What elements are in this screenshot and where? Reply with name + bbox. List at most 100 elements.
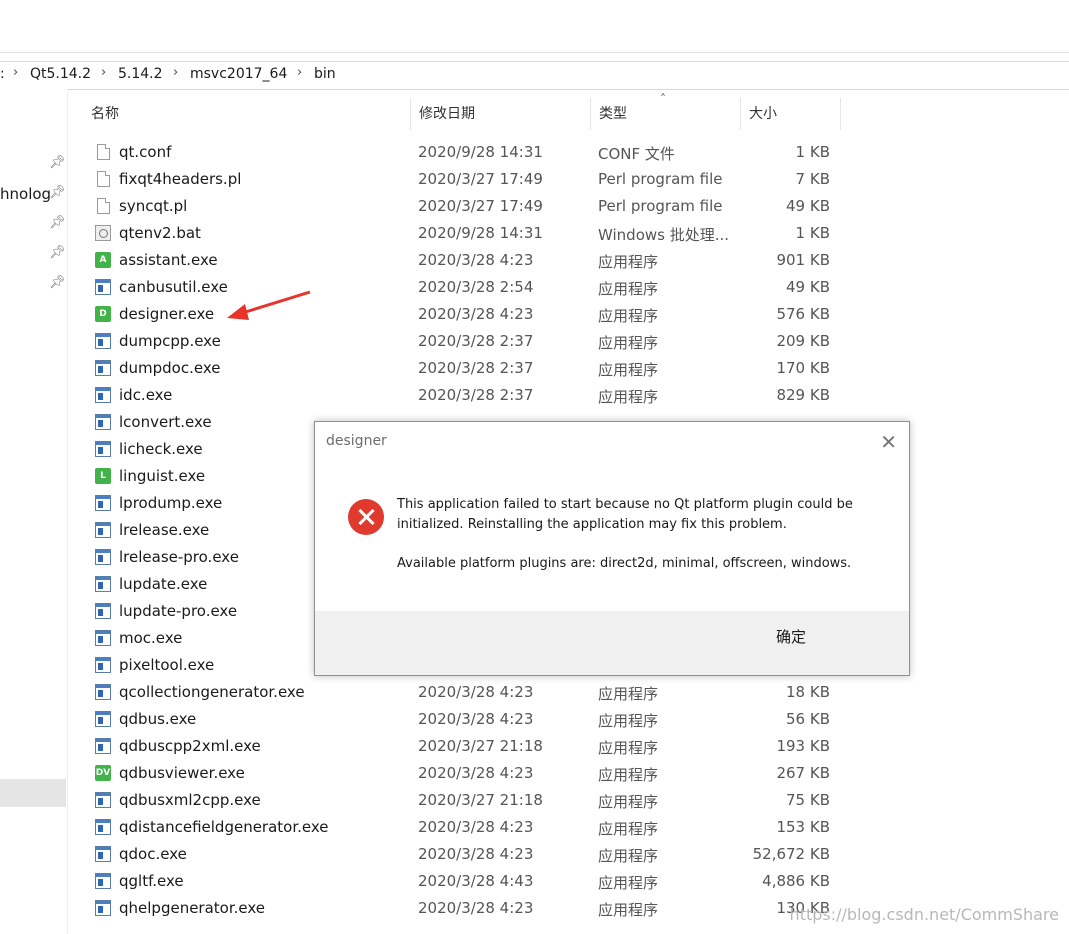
file-name: canbusutil.exe	[119, 278, 228, 296]
file-name: lrelease.exe	[119, 521, 210, 539]
file-date: 2020/3/28 4:23	[418, 305, 534, 323]
file-row[interactable]: qgltf.exe 2020/3/28 4:43 应用程序 4,886 KB	[90, 868, 850, 895]
green-app-icon: DV	[95, 765, 111, 781]
file-name: qdbuscpp2xml.exe	[119, 737, 261, 755]
file-name: lprodump.exe	[119, 494, 223, 512]
file-type: 应用程序	[598, 712, 659, 730]
exe-icon	[95, 738, 111, 754]
dialog-message-line2: initialized. Reinstalling the applicatio…	[397, 517, 787, 532]
breadcrumb-qt5142[interactable]: Qt5.14.2	[30, 66, 91, 82]
file-size: 829 KB	[776, 386, 830, 404]
pin-icon[interactable]: 📌︎	[49, 215, 66, 230]
file-row[interactable]: dumpdoc.exe 2020/3/28 2:37 应用程序 170 KB	[90, 355, 850, 382]
file-row[interactable]: qhelpgenerator.exe 2020/3/28 4:23 应用程序 130 …	[90, 895, 850, 922]
file-name: lupdate-pro.exe	[119, 602, 238, 620]
file-size: 49 KB	[786, 278, 830, 296]
error-dialog: designer ✕ This application failed to st…	[314, 421, 910, 676]
file-date: 2020/3/27 21:18	[418, 791, 543, 809]
exe-icon	[95, 711, 111, 727]
chevron-right-icon: ›	[173, 65, 179, 80]
pin-icon[interactable]: 📌︎	[49, 245, 66, 260]
green-app-icon: L	[95, 468, 111, 484]
exe-icon	[95, 549, 111, 565]
exe-icon	[95, 873, 111, 889]
file-date: 2020/3/28 4:23	[418, 845, 534, 863]
exe-icon	[95, 657, 111, 673]
file-row[interactable]: dumpcpp.exe 2020/3/28 2:37 应用程序 209 KB	[90, 328, 850, 355]
dialog-message: This application failed to start because…	[397, 495, 877, 535]
file-row[interactable]: qcollectiongenerator.exe 2020/3/28 4:23 应用…	[90, 679, 850, 706]
file-row[interactable]: qtenv2.bat 2020/9/28 14:31 Windows 批处理... 1…	[90, 220, 850, 247]
file-size: 7 KB	[795, 170, 830, 188]
file-row[interactable]: idc.exe 2020/3/28 2:37 应用程序 829 KB	[90, 382, 850, 409]
column-header: 名称 修改日期 类型 大小	[78, 98, 848, 130]
exe-icon	[95, 387, 111, 403]
file-row[interactable]: qt.conf 2020/9/28 14:31 CONF 文件 1 KB	[90, 139, 850, 166]
document-icon	[97, 198, 110, 214]
nav-item-label[interactable]: hnolog	[0, 185, 51, 203]
ok-button[interactable]: 确定	[776, 626, 806, 647]
breadcrumb-5142[interactable]: 5.14.2	[118, 66, 163, 82]
file-name: moc.exe	[119, 629, 183, 647]
exe-icon	[95, 603, 111, 619]
file-name: dumpcpp.exe	[119, 332, 221, 350]
chevron-right-icon: ›	[101, 65, 107, 80]
breadcrumb-msvc2017[interactable]: msvc2017_64	[190, 66, 287, 82]
file-row[interactable]: DV qdbusviewer.exe 2020/3/28 4:23 应用程序 267 K…	[90, 760, 850, 787]
file-size: 18 KB	[786, 683, 830, 701]
file-name: designer.exe	[119, 305, 215, 323]
file-type: CONF 文件	[598, 145, 675, 163]
dialog-title: designer	[326, 433, 387, 449]
watermark: https://blog.csdn.net/CommShare	[789, 905, 1059, 924]
file-row[interactable]: qdoc.exe 2020/3/28 4:23 应用程序 52,672 KB	[90, 841, 850, 868]
file-name: lrelease-pro.exe	[119, 548, 239, 566]
exe-icon	[95, 279, 111, 295]
close-icon[interactable]: ✕	[880, 430, 897, 454]
file-size: 1 KB	[795, 224, 830, 242]
file-type: 应用程序	[598, 307, 659, 325]
pin-icon[interactable]: 📌︎	[49, 185, 66, 200]
file-size: 576 KB	[776, 305, 830, 323]
sort-up-icon: ˄	[660, 92, 666, 106]
column-date[interactable]: 修改日期	[411, 98, 591, 130]
file-row[interactable]: syncqt.pl 2020/3/27 17:49 Perl program fil…	[90, 193, 850, 220]
pin-icon[interactable]: 📌︎	[49, 275, 66, 290]
file-row[interactable]: fixqt4headers.pl 2020/3/27 17:49 Perl prog…	[90, 166, 850, 193]
file-date: 2020/3/28 4:23	[418, 683, 534, 701]
address-bar[interactable]: : › Qt5.14.2 › 5.14.2 › msvc2017_64 › bi…	[0, 61, 1069, 90]
file-name: qgltf.exe	[119, 872, 184, 890]
file-name: dumpdoc.exe	[119, 359, 221, 377]
navigation-pane: 📌︎ 📌︎ 📌︎ 📌︎ 📌︎ hnolog	[0, 89, 68, 934]
pin-icon[interactable]: 📌︎	[49, 155, 66, 170]
exe-icon	[95, 414, 111, 430]
ribbon-area	[0, 0, 1069, 53]
file-row[interactable]: Aassistant.exe 2020/3/28 4:23 应用程序 901 KB	[90, 247, 850, 274]
file-row[interactable]: qdistancefieldgenerator.exe 2020/3/28 4:2…	[90, 814, 850, 841]
file-name: qdbusxml2cpp.exe	[119, 791, 261, 809]
file-row[interactable]: Ddesigner.exe 2020/3/28 4:23 应用程序 576 KB	[90, 301, 850, 328]
file-row[interactable]: canbusutil.exe 2020/3/28 2:54 应用程序 49 KB	[90, 274, 850, 301]
exe-icon	[95, 900, 111, 916]
breadcrumb-partial[interactable]: :	[0, 66, 5, 82]
column-type[interactable]: 类型	[591, 98, 741, 130]
file-type: 应用程序	[598, 793, 659, 811]
column-name[interactable]: 名称	[83, 98, 411, 130]
file-date: 2020/3/27 21:18	[418, 737, 543, 755]
file-row[interactable]: qdbus.exe 2020/3/28 4:23 应用程序 56 KB	[90, 706, 850, 733]
column-size[interactable]: 大小	[741, 98, 841, 130]
file-type: Perl program file	[598, 170, 723, 188]
file-date: 2020/3/28 2:37	[418, 332, 534, 350]
file-type: 应用程序	[598, 847, 659, 865]
error-icon	[348, 499, 384, 535]
file-date: 2020/3/28 4:23	[418, 764, 534, 782]
file-name: qdbusviewer.exe	[119, 764, 245, 782]
file-date: 2020/9/28 14:31	[418, 224, 543, 242]
file-row[interactable]: qdbusxml2cpp.exe 2020/3/27 21:18 应用程序 75 KB	[90, 787, 850, 814]
file-row[interactable]: qdbuscpp2xml.exe 2020/3/27 21:18 应用程序 193 K…	[90, 733, 850, 760]
file-size: 56 KB	[786, 710, 830, 728]
file-name: qt.conf	[119, 143, 172, 161]
nav-item-selected[interactable]	[0, 779, 66, 807]
breadcrumb-bin[interactable]: bin	[314, 66, 336, 82]
document-icon	[97, 171, 110, 187]
chevron-right-icon: ›	[13, 65, 19, 80]
